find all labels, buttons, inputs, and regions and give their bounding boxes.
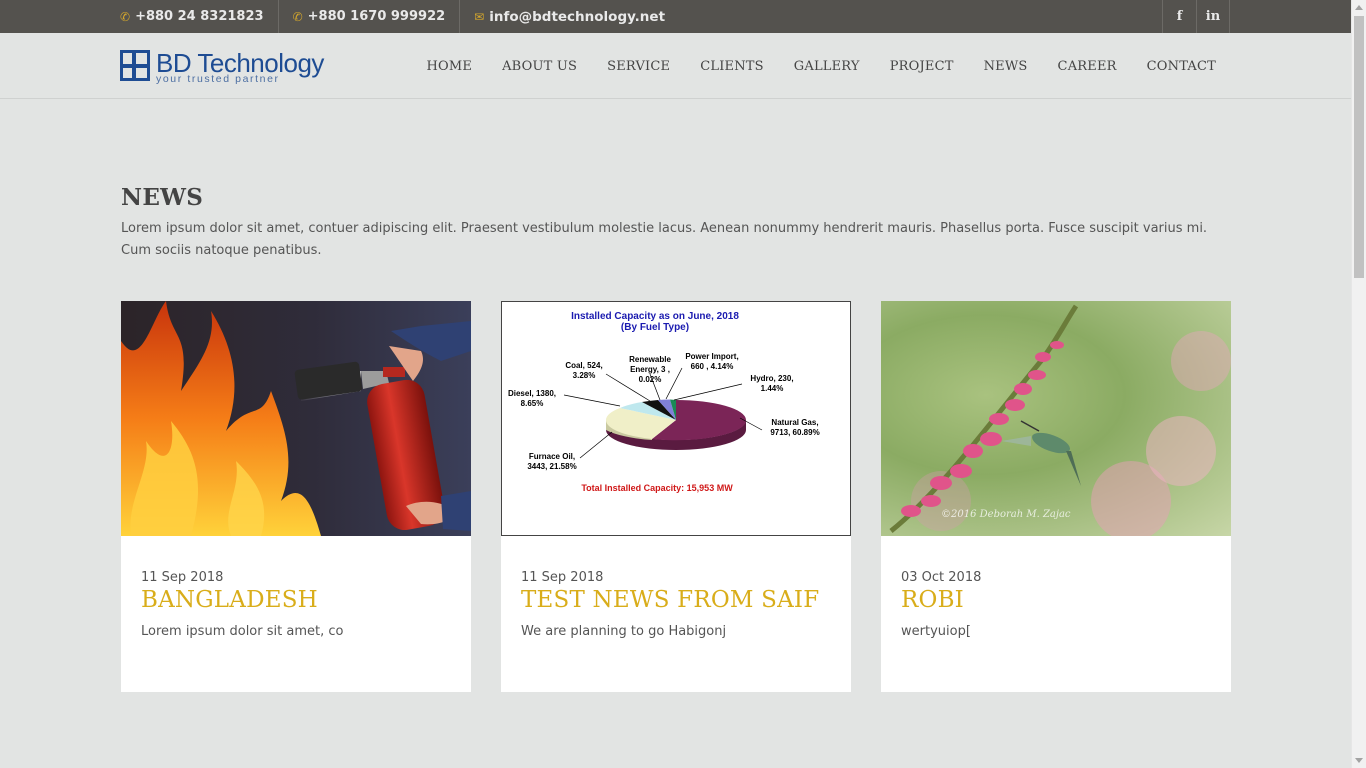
contact-info: ✆ +880 24 8321823 ✆ +880 1670 999922 ✉ i… [106, 0, 679, 33]
photo-watermark: ©2016 Deborah M. Zajac [941, 509, 1071, 520]
top-bar: ✆ +880 24 8321823 ✆ +880 1670 999922 ✉ i… [0, 0, 1351, 33]
chart-title-line2: (By Fuel Type) [621, 322, 689, 333]
chart-label: Natural Gas, [771, 418, 818, 427]
fire-extinguisher-photo [121, 301, 471, 536]
chart-label: Hydro, 230, [750, 374, 793, 383]
chart-label: Energy, 3 , [630, 365, 670, 374]
nav-about-us[interactable]: ABOUT US [502, 59, 577, 74]
news-date: 11 Sep 2018 [141, 570, 224, 585]
news-title[interactable]: ROBI [901, 587, 964, 613]
phone-1[interactable]: ✆ +880 24 8321823 [106, 0, 279, 33]
linkedin-icon[interactable]: in [1196, 0, 1230, 33]
scroll-up-icon[interactable] [1355, 5, 1363, 10]
chart-label: Power Import, [685, 352, 738, 361]
news-card[interactable]: ©2016 Deborah M. Zajac 03 Oct 2018 ROBI … [881, 301, 1231, 692]
email-text: info@bdtechnology.net [489, 8, 666, 25]
nav-career[interactable]: CAREER [1058, 59, 1117, 74]
chart-label: Coal, 524, [565, 361, 602, 370]
news-excerpt: Lorem ipsum dolor sit amet, co [141, 624, 344, 639]
nav-project[interactable]: PROJECT [890, 59, 954, 74]
nav-contact[interactable]: CONTACT [1147, 59, 1216, 74]
news-date: 11 Sep 2018 [521, 570, 604, 585]
brand-tagline: your trusted partner [156, 73, 280, 85]
nav-news[interactable]: NEWS [984, 59, 1028, 74]
news-card[interactable]: 11 Sep 2018 BANGLADESH Lorem ipsum dolor… [121, 301, 471, 692]
chart-label: Diesel, 1380, [508, 389, 556, 398]
news-image-capacity-chart[interactable]: Installed Capacity as on June, 2018 (By … [501, 301, 851, 536]
phone-icon: ✆ [120, 9, 131, 24]
hummingbird-photo: ©2016 Deborah M. Zajac [889, 304, 1231, 536]
section-intro: Lorem ipsum dolor sit amet, contuer adip… [121, 221, 1208, 258]
logo-mark-icon [120, 50, 150, 81]
chart-label: 0.02% [639, 375, 662, 384]
chart-label: 3.28% [573, 371, 596, 380]
chart-label: Renewable [629, 355, 671, 364]
site-header: BD Technology your trusted partner HOME … [0, 33, 1351, 99]
news-title[interactable]: TEST NEWS FROM SAIF [521, 587, 819, 613]
nav-clients[interactable]: CLIENTS [700, 59, 764, 74]
nav-service[interactable]: SERVICE [607, 59, 670, 74]
page-scrollbar[interactable] [1351, 0, 1366, 768]
news-card[interactable]: Installed Capacity as on June, 2018 (By … [501, 301, 851, 692]
chart-label: 9713, 60.89% [770, 428, 819, 437]
social-links: f in [1162, 0, 1230, 33]
phone-2-text: +880 1670 999922 [307, 9, 446, 24]
phone-1-text: +880 24 8321823 [135, 9, 264, 24]
phone-icon: ✆ [292, 9, 303, 24]
site-logo[interactable]: BD Technology your trusted partner [120, 50, 324, 84]
news-excerpt: We are planning to go Habigonj [521, 624, 727, 639]
scroll-down-icon[interactable] [1355, 758, 1363, 763]
facebook-icon[interactable]: f [1162, 0, 1196, 33]
main-nav: HOME ABOUT US SERVICE CLIENTS GALLERY PR… [396, 33, 1216, 99]
envelope-icon: ✉ [474, 9, 485, 24]
news-excerpt: wertyuiop[ [901, 624, 971, 639]
news-image-hummingbird[interactable]: ©2016 Deborah M. Zajac [881, 301, 1231, 536]
chart-label: Furnace Oil, [529, 452, 575, 461]
chart-label: 8.65% [521, 399, 544, 408]
chart-label: 660 , 4.14% [691, 362, 734, 371]
chart-label: 3443, 21.58% [527, 462, 576, 471]
chart-title-line1: Installed Capacity as on June, 2018 [571, 311, 739, 322]
nav-gallery[interactable]: GALLERY [794, 59, 860, 74]
capacity-pie-image: Installed Capacity as on June, 2018 (By … [508, 311, 820, 493]
news-date: 03 Oct 2018 [901, 570, 982, 585]
nav-home[interactable]: HOME [426, 59, 472, 74]
scrollbar-thumb[interactable] [1354, 16, 1364, 278]
section-title: NEWS [121, 184, 204, 211]
chart-total-label: Total Installed Capacity: 15,953 MW [581, 483, 733, 493]
phone-2[interactable]: ✆ +880 1670 999922 [279, 0, 461, 33]
news-image-fire-extinguisher[interactable] [121, 301, 471, 536]
news-title[interactable]: BANGLADESH [141, 587, 318, 613]
email-link[interactable]: ✉ info@bdtechnology.net [460, 0, 679, 33]
chart-label: 1.44% [761, 384, 784, 393]
